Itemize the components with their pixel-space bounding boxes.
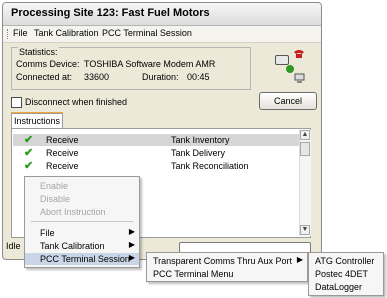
- disconnect-checkbox[interactable]: [11, 97, 22, 108]
- menu-item-transparent-comms[interactable]: Transparent Comms Thru Aux Port ▶: [147, 255, 307, 268]
- tab-instructions[interactable]: Instructions: [11, 113, 63, 128]
- duration-label: Duration:: [142, 72, 179, 82]
- menu-item-atg-controller[interactable]: ATG Controller: [309, 255, 383, 268]
- list-item[interactable]: ✔ Receive Tank Delivery: [13, 147, 299, 159]
- menu-pcc-terminal-session[interactable]: PCC Terminal Session: [102, 28, 192, 38]
- scroll-down-icon[interactable]: ▼: [300, 225, 310, 235]
- checkmark-icon: ✔: [24, 147, 34, 159]
- menu-item-pcc-terminal-menu[interactable]: PCC Terminal Menu: [147, 268, 307, 281]
- connected-label: Connected at:: [16, 72, 73, 82]
- comms-device-value: TOSHIBA Software Modem AMR: [84, 59, 216, 69]
- submenu-arrow-icon: ▶: [128, 253, 135, 262]
- duration-value: 00:45: [187, 72, 210, 82]
- ports-submenu: ATG Controller Postec 4DET DataLogger: [308, 252, 384, 296]
- menu-item-tank-calibration[interactable]: Tank Calibration ▶: [25, 240, 139, 252]
- menu-item-disable: Disable: [40, 194, 71, 204]
- pcc-submenu: Transparent Comms Thru Aux Port ▶ PCC Te…: [146, 252, 308, 282]
- instruction-detail: Tank Inventory: [171, 135, 230, 145]
- submenu-arrow-icon: ▶: [128, 240, 135, 249]
- instruction-action: Receive: [46, 148, 79, 158]
- vertical-scrollbar[interactable]: ▲ ▼: [299, 130, 311, 236]
- cancel-button[interactable]: Cancel: [259, 92, 317, 110]
- scroll-thumb[interactable]: [300, 142, 310, 156]
- connection-status-icon: [286, 65, 294, 73]
- connected-value: 33600: [84, 72, 110, 82]
- menu-separator: [31, 221, 133, 222]
- statistics-legend: Statistics:: [18, 47, 59, 57]
- disconnect-label: Disconnect when finished: [25, 97, 128, 107]
- menu-item-abort-instruction: Abort Instruction: [40, 207, 106, 217]
- list-item[interactable]: ✔ Receive Tank Reconciliation: [13, 160, 299, 172]
- list-item[interactable]: ✔ Receive Tank Inventory: [13, 134, 299, 146]
- menu-item-datalogger[interactable]: DataLogger: [309, 281, 383, 294]
- instruction-detail: Tank Delivery: [171, 148, 226, 158]
- phone-icon: [293, 49, 305, 59]
- context-menu: Enable Disable Abort Instruction File ▶ …: [24, 176, 140, 268]
- submenu-arrow-icon: ▶: [296, 255, 303, 264]
- menu-item-file[interactable]: File ▶: [25, 227, 139, 239]
- title-bar: Processing Site 123: Fast Fuel Motors: [3, 3, 321, 26]
- menu-bar: File Tank Calibration PCC Terminal Sessi…: [3, 26, 321, 43]
- checkmark-icon: ✔: [24, 134, 34, 146]
- statistics-group: Statistics: Comms Device: TOSHIBA Softwa…: [11, 47, 251, 90]
- menu-grip: [7, 29, 9, 39]
- instruction-action: Receive: [46, 161, 79, 171]
- menu-tank-calibration[interactable]: Tank Calibration: [34, 28, 99, 38]
- menu-file[interactable]: File: [13, 28, 28, 38]
- menu-item-postec-4det[interactable]: Postec 4DET: [309, 268, 383, 281]
- window-title: Processing Site 123: Fast Fuel Motors: [11, 7, 210, 19]
- submenu-arrow-icon: ▶: [128, 227, 135, 236]
- menu-item-pcc-terminal-session[interactable]: PCC Terminal Session ▶: [25, 253, 139, 265]
- menu-item-enable: Enable: [40, 181, 69, 191]
- computer-icon: [294, 73, 305, 84]
- instruction-action: Receive: [46, 135, 79, 145]
- scroll-up-icon[interactable]: ▲: [300, 130, 310, 140]
- comms-device-label: Comms Device:: [16, 59, 80, 69]
- instruction-detail: Tank Reconciliation: [171, 161, 249, 171]
- modem-icon: [275, 55, 289, 65]
- status-text: Idle: [6, 241, 21, 251]
- checkmark-icon: ✔: [24, 160, 34, 172]
